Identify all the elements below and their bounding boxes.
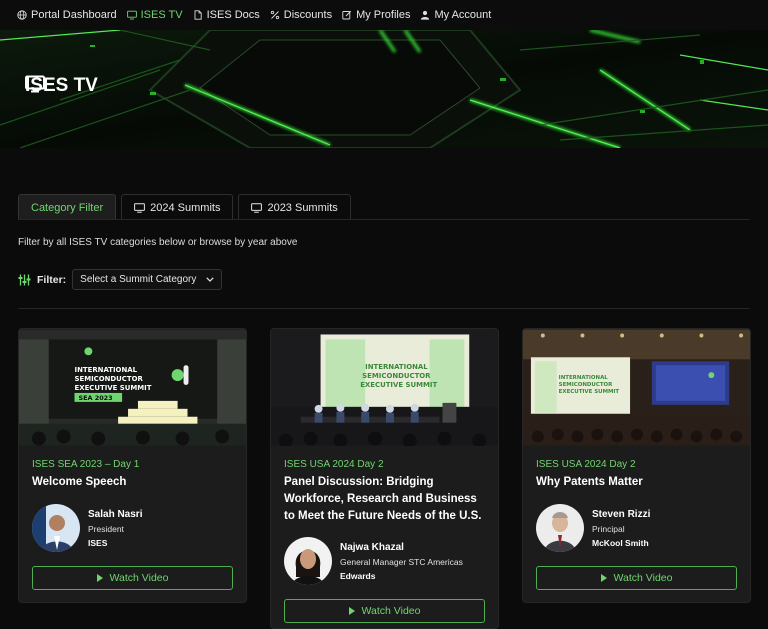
- thumb-text: SEMICONDUCTOR: [362, 372, 431, 380]
- summit-category-select[interactable]: Select a Summit Category: [72, 269, 223, 290]
- thumb-text: SEA 2023: [78, 394, 112, 402]
- speaker-role: General Manager STC Americas: [340, 556, 463, 567]
- page-title: ISES TV: [25, 75, 98, 97]
- card-title: Why Patents Matter: [536, 476, 643, 488]
- nav-label: ISES TV: [140, 9, 183, 21]
- speaker-role: Principal: [592, 523, 625, 534]
- watch-video-button[interactable]: Watch Video: [32, 566, 233, 590]
- user-icon: [421, 10, 430, 20]
- watch-video-button[interactable]: Watch Video: [536, 566, 737, 590]
- tab-label: Category Filter: [31, 201, 104, 214]
- watch-label: Watch Video: [109, 572, 169, 584]
- thumb-text: INTERNATIONAL: [559, 375, 609, 381]
- filter-label: Filter:: [37, 273, 67, 286]
- avatar: [536, 504, 584, 552]
- video-card[interactable]: INTERNATIONAL SEMICONDUCTOR EXECUTIVE SU…: [270, 328, 499, 629]
- nav-ises-docs[interactable]: ISES Docs: [193, 9, 260, 21]
- sliders-icon: [18, 274, 31, 285]
- nav-label: Portal Dashboard: [31, 9, 117, 21]
- percent-icon: [270, 10, 279, 20]
- help-text: Filter by all ISES TV categories below o…: [18, 237, 298, 248]
- globe-icon: [17, 10, 27, 20]
- video-thumbnail[interactable]: INTERNATIONAL SEMICONDUCTOR EXECUTIVE SU…: [19, 329, 246, 446]
- thumb-text: EXECUTIVE SUMMIT: [559, 389, 620, 395]
- nav-my-profiles[interactable]: My Profiles: [342, 9, 410, 21]
- circuit-board-background: [0, 30, 768, 148]
- nav-label: My Profiles: [356, 9, 411, 21]
- card-category: ISES USA 2024 Day 2: [536, 459, 636, 470]
- play-icon: [96, 574, 103, 582]
- nav-ises-tv[interactable]: ISES TV: [126, 9, 183, 21]
- tv-icon: [134, 202, 146, 213]
- video-thumbnail[interactable]: INTERNATIONAL SEMICONDUCTOR EXECUTIVE SU…: [271, 329, 498, 446]
- video-card[interactable]: INTERNATIONAL SEMICONDUCTOR EXECUTIVE SU…: [18, 328, 247, 603]
- video-thumbnail[interactable]: INTERNATIONAL SEMICONDUCTOR EXECUTIVE SU…: [523, 329, 750, 446]
- thumb-text: INTERNATIONAL: [75, 366, 138, 374]
- thumb-text: SEMICONDUCTOR: [559, 382, 613, 388]
- play-icon: [600, 574, 607, 582]
- speaker: Steven Rizzi Principal McKool Smith: [536, 504, 737, 552]
- card-title: Panel Discussion: Bridging Workforce, Re…: [284, 476, 482, 522]
- tab-divider: [18, 219, 750, 220]
- nav-label: ISES Docs: [206, 9, 260, 21]
- speaker-org: Edwards: [340, 570, 376, 581]
- tab-category-filter[interactable]: Category Filter: [18, 194, 117, 220]
- nav-my-account[interactable]: My Account: [420, 9, 491, 21]
- hero-banner: ISES TV: [0, 30, 768, 148]
- filter-row: Filter: Select a Summit Category: [18, 269, 223, 290]
- edit-icon: [342, 10, 352, 20]
- speaker-org: ISES: [88, 537, 108, 548]
- card-category: ISES USA 2024 Day 2: [284, 459, 384, 470]
- nav-label: My Account: [434, 9, 492, 21]
- tv-icon: [25, 75, 45, 93]
- tab-2023-summits[interactable]: 2023 Summits: [238, 194, 351, 220]
- speaker-name: Najwa Khazal: [340, 541, 404, 553]
- speaker: Salah Nasri President ISES: [32, 504, 233, 552]
- tv-icon: [126, 10, 137, 20]
- card-title: Welcome Speech: [32, 476, 127, 488]
- speaker-role: President: [88, 523, 124, 534]
- avatar: [284, 537, 332, 585]
- thumb-text: EXECUTIVE SUMMIT: [360, 381, 437, 389]
- thumb-text: EXECUTIVE SUMMIT: [75, 384, 152, 392]
- speaker-name: Steven Rizzi: [592, 508, 651, 520]
- watch-video-button[interactable]: Watch Video: [284, 599, 485, 623]
- chevron-down-icon: [206, 277, 214, 282]
- watch-label: Watch Video: [613, 572, 673, 584]
- watch-label: Watch Video: [361, 605, 421, 617]
- select-value: Select a Summit Category: [80, 274, 197, 285]
- tab-label: 2023 Summits: [267, 201, 338, 214]
- card-category: ISES SEA 2023 – Day 1: [32, 459, 140, 470]
- tab-bar: Category Filter 2024 Summits 2023 Summit…: [18, 194, 351, 220]
- thumb-text: SEMICONDUCTOR: [75, 375, 144, 383]
- tab-2024-summits[interactable]: 2024 Summits: [121, 194, 234, 220]
- thumb-text: INTERNATIONAL: [365, 363, 428, 371]
- section-divider: [18, 308, 750, 309]
- nav-portal-dashboard[interactable]: Portal Dashboard: [17, 9, 117, 21]
- speaker-name: Salah Nasri: [88, 508, 143, 520]
- nav-label: Discounts: [283, 9, 333, 21]
- play-icon: [348, 607, 355, 615]
- nav-discounts[interactable]: Discounts: [270, 9, 332, 21]
- tab-label: 2024 Summits: [150, 201, 221, 214]
- speaker: Najwa Khazal General Manager STC America…: [284, 537, 485, 585]
- document-icon: [194, 10, 202, 20]
- avatar: [32, 504, 80, 552]
- tv-icon: [251, 202, 263, 213]
- top-navigation: Portal Dashboard ISES TV ISES Docs Disco…: [0, 0, 768, 30]
- speaker-org: McKool Smith: [592, 537, 649, 548]
- video-card[interactable]: INTERNATIONAL SEMICONDUCTOR EXECUTIVE SU…: [522, 328, 751, 603]
